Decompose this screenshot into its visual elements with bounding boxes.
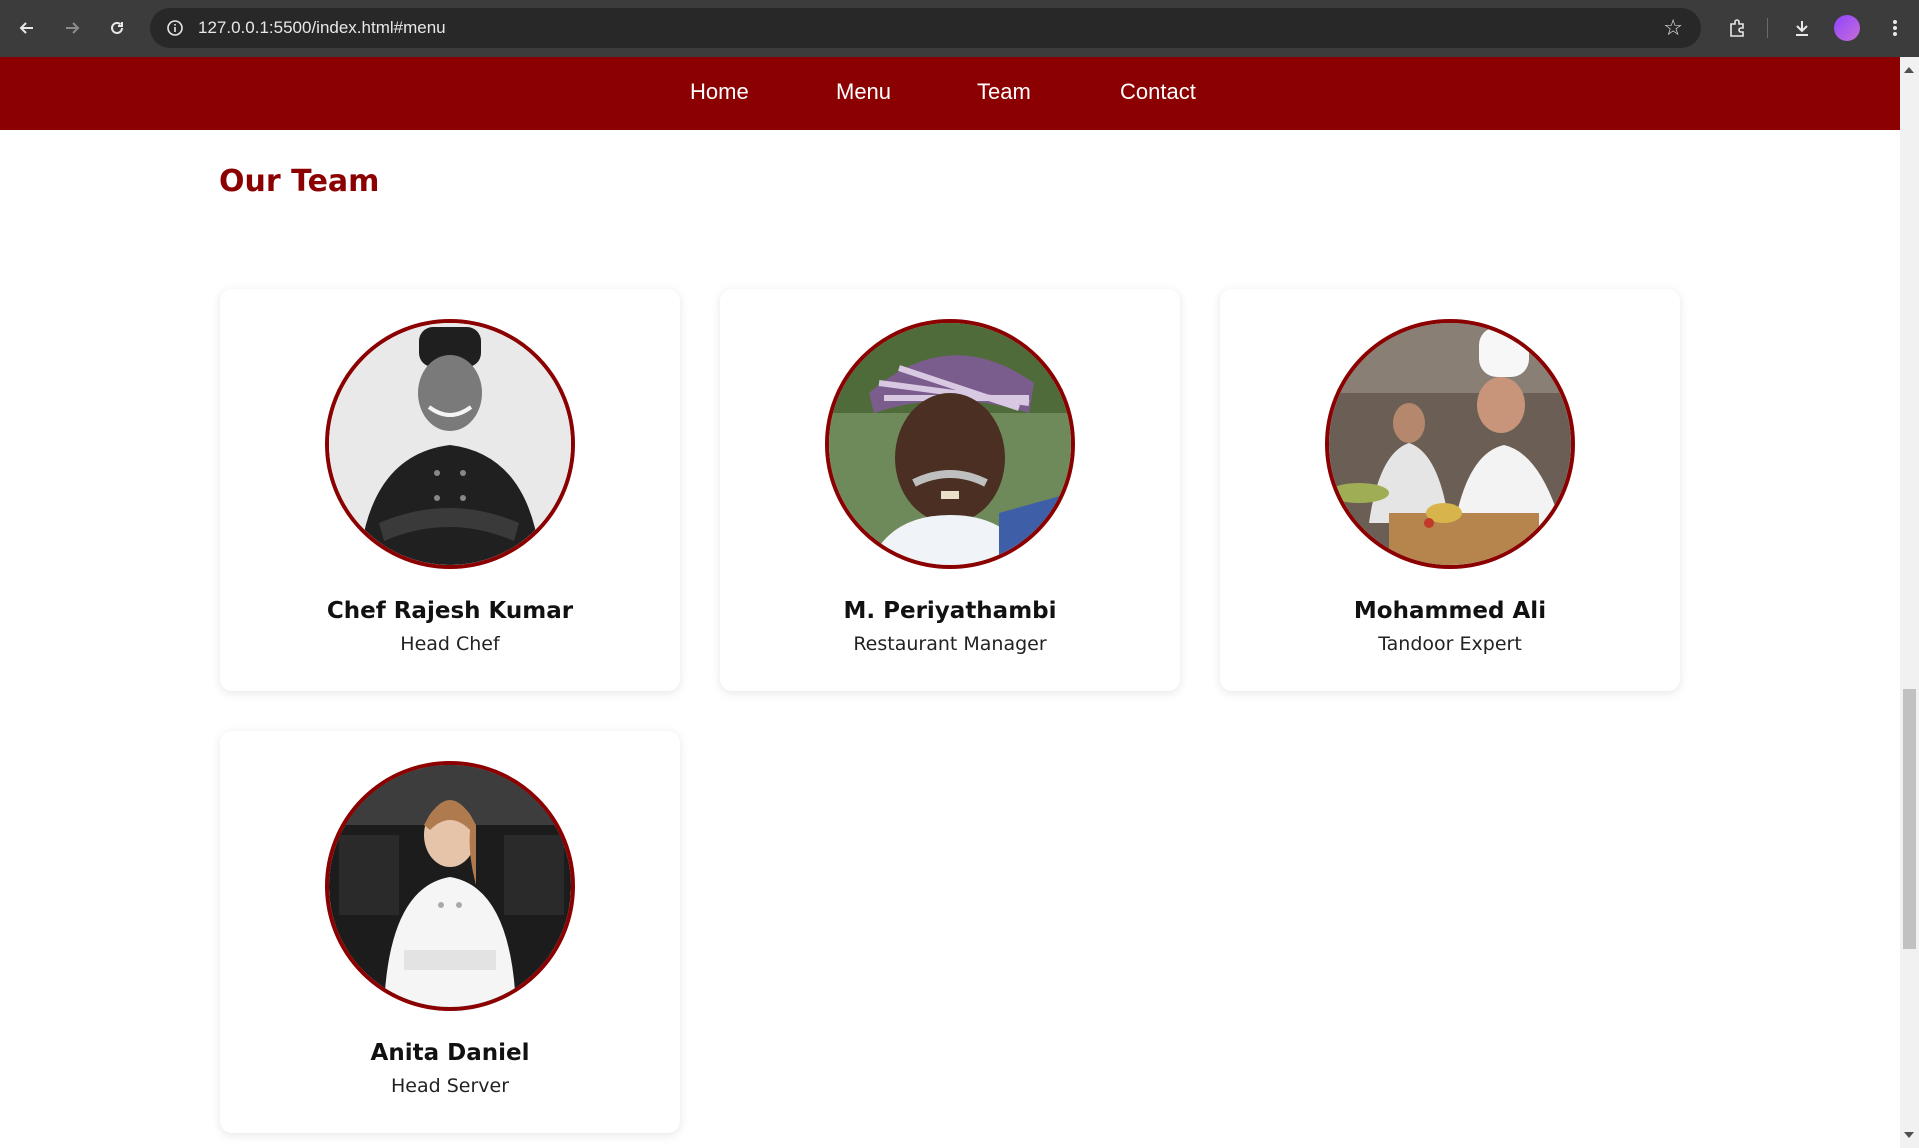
member-photo [325,761,575,1011]
toolbar-divider [1767,18,1768,38]
nav-menu-link[interactable]: Menu [836,79,891,105]
member-photo [825,319,1075,569]
scroll-thumb[interactable] [1903,689,1916,949]
bookmark-star-icon[interactable]: ☆ [1663,16,1683,41]
nav-team-link[interactable]: Team [977,79,1031,105]
section-title: Our Team [219,164,380,199]
back-icon[interactable] [12,13,42,43]
download-icon[interactable] [1787,13,1817,43]
member-name: M. Periyathambi [843,598,1057,624]
team-card: Chef Rajesh Kumar Head Chef [220,289,680,691]
member-photo [1325,319,1575,569]
url-text[interactable]: 127.0.0.1:5500/index.html#menu [198,18,446,38]
scroll-down-icon[interactable] [1904,1132,1914,1138]
team-card: Anita Daniel Head Server [220,731,680,1133]
team-card: M. Periyathambi Restaurant Manager [720,289,1180,691]
site-info-icon[interactable] [164,17,186,39]
browser-toolbar: 127.0.0.1:5500/index.html#menu ☆ [0,0,1919,57]
member-role: Tandoor Expert [1378,633,1522,655]
member-name: Anita Daniel [370,1040,530,1066]
member-role: Restaurant Manager [853,633,1047,655]
member-name: Chef Rajesh Kumar [326,598,574,624]
member-role: Head Chef [400,633,500,655]
site-navbar: Home Menu Team Contact [0,57,1900,130]
member-name: Mohammed Ali [1353,598,1547,624]
nav-contact-link[interactable]: Contact [1120,79,1196,105]
forward-icon[interactable] [57,13,87,43]
profile-avatar[interactable] [1834,15,1860,41]
member-role: Head Server [390,1075,510,1097]
team-card: Mohammed Ali Tandoor Expert [1220,289,1680,691]
page-scrollbar[interactable] [1900,57,1919,1148]
address-bar[interactable]: 127.0.0.1:5500/index.html#menu ☆ [150,8,1701,48]
member-photo [325,319,575,569]
nav-home-link[interactable]: Home [690,79,749,105]
reload-icon[interactable] [102,13,132,43]
scroll-up-icon[interactable] [1904,67,1914,73]
kebab-menu-icon[interactable] [1880,13,1910,43]
extensions-icon[interactable] [1722,13,1752,43]
